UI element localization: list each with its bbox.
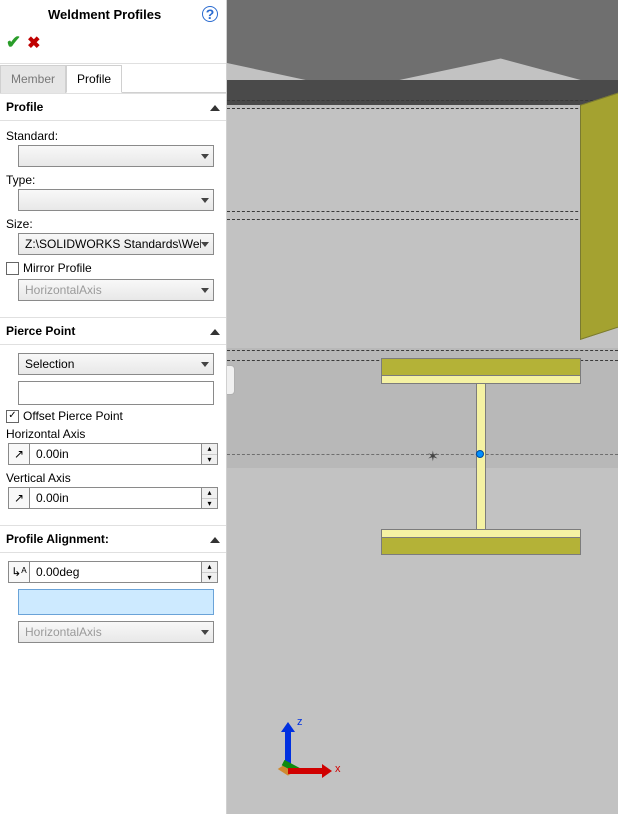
panel-collapse-handle[interactable] xyxy=(227,365,235,395)
pierce-mode-value: Selection xyxy=(25,357,74,371)
tab-profile[interactable]: Profile xyxy=(66,65,122,93)
size-value: Z:\SOLIDWORKS Standards\Weldm xyxy=(25,237,201,251)
offset-pierce-row[interactable]: Offset Pierce Point xyxy=(6,409,220,423)
flange-bottom xyxy=(381,537,581,555)
ok-icon[interactable]: ✔ xyxy=(6,32,21,53)
chevron-up-icon[interactable] xyxy=(210,324,220,338)
size-select[interactable]: Z:\SOLIDWORKS Standards\Weldm xyxy=(18,233,214,255)
alignment-angle-spinner[interactable]: ↳ᴬ 0.00deg ▴ ▾ xyxy=(8,561,218,583)
triad-z-label: z xyxy=(297,716,303,728)
vertical-axis-spinner[interactable]: ↗ 0.00in ▴ ▾ xyxy=(8,487,218,509)
panel-title-bar: Weldment Profiles ? xyxy=(0,0,226,28)
chevron-up-icon[interactable] xyxy=(210,532,220,546)
hidden-edge-line xyxy=(227,219,618,220)
spin-down-icon[interactable]: ▾ xyxy=(202,499,217,509)
offset-pierce-checkbox[interactable] xyxy=(6,410,19,423)
alignment-selection-box[interactable] xyxy=(18,589,214,615)
type-select[interactable] xyxy=(18,189,214,211)
pierce-selection-input[interactable] xyxy=(18,381,214,405)
vertical-axis-label: Vertical Axis xyxy=(6,471,220,485)
panel-title: Weldment Profiles xyxy=(48,7,161,22)
spin-down-icon[interactable]: ▾ xyxy=(202,455,217,465)
tabs: Member Profile xyxy=(0,64,226,93)
section-profile-title: Profile xyxy=(6,100,43,114)
view-triad[interactable]: z x xyxy=(267,730,327,790)
section-pierce-header[interactable]: Pierce Point xyxy=(0,317,226,345)
section-profile-header[interactable]: Profile xyxy=(0,93,226,121)
mirror-axis-select: HorizontalAxis xyxy=(18,279,214,301)
section-align-title: Profile Alignment: xyxy=(6,532,109,546)
mirror-profile-row[interactable]: Mirror Profile xyxy=(6,261,220,275)
triad-x-axis xyxy=(288,768,322,774)
vertical-axis-input[interactable]: 0.00in xyxy=(30,487,202,509)
size-label: Size: xyxy=(6,217,220,231)
offset-pierce-label: Offset Pierce Point xyxy=(23,409,123,423)
flange-top-inner xyxy=(381,376,581,384)
diagonal-arrow-icon[interactable]: ↗ xyxy=(8,487,30,509)
section-pierce-title: Pierce Point xyxy=(6,324,75,338)
chevron-down-icon xyxy=(201,154,209,159)
hidden-edge-line xyxy=(227,211,618,212)
chevron-up-icon[interactable] xyxy=(210,100,220,114)
snap-reference-icon: ✶ xyxy=(427,448,439,465)
alignment-axis-value: HorizontalAxis xyxy=(25,625,102,639)
tab-member[interactable]: Member xyxy=(0,65,66,93)
angle-icon[interactable]: ↳ᴬ xyxy=(8,561,30,583)
mirror-profile-checkbox[interactable] xyxy=(6,262,19,275)
cancel-icon[interactable]: ✖ xyxy=(27,33,40,53)
section-pierce-body: Selection Offset Pierce Point Horizontal… xyxy=(0,345,226,525)
pierce-point-handle[interactable] xyxy=(476,450,484,458)
spin-down-icon[interactable]: ▾ xyxy=(202,573,217,583)
section-align-header[interactable]: Profile Alignment: xyxy=(0,525,226,553)
property-manager-panel: Weldment Profiles ? ✔ ✖ Member Profile P… xyxy=(0,0,227,814)
background-geometry xyxy=(227,0,618,90)
type-label: Type: xyxy=(6,173,220,187)
horizontal-axis-label: Horizontal Axis xyxy=(6,427,220,441)
spin-up-icon[interactable]: ▴ xyxy=(202,444,217,455)
alignment-angle-input[interactable]: 0.00deg xyxy=(30,561,202,583)
chevron-down-icon xyxy=(201,242,209,247)
spinner-arrows[interactable]: ▴ ▾ xyxy=(202,561,218,583)
spinner-arrows[interactable]: ▴ ▾ xyxy=(202,443,218,465)
flange-top xyxy=(381,358,581,376)
chevron-down-icon xyxy=(201,198,209,203)
horizontal-axis-spinner[interactable]: ↗ 0.00in ▴ ▾ xyxy=(8,443,218,465)
triad-x-label: x xyxy=(335,763,341,775)
horizontal-axis-input[interactable]: 0.00in xyxy=(30,443,202,465)
chevron-down-icon xyxy=(201,630,209,635)
section-align-body: ↳ᴬ 0.00deg ▴ ▾ HorizontalAxis xyxy=(0,553,226,659)
spinner-arrows[interactable]: ▴ ▾ xyxy=(202,487,218,509)
spin-up-icon[interactable]: ▴ xyxy=(202,488,217,499)
standard-select[interactable] xyxy=(18,145,214,167)
graphics-viewport[interactable]: ✶ z x xyxy=(227,0,618,814)
diagonal-arrow-icon[interactable]: ↗ xyxy=(8,443,30,465)
hidden-edge-line xyxy=(227,350,618,351)
ok-cancel-bar: ✔ ✖ xyxy=(0,28,226,64)
mirror-axis-value: HorizontalAxis xyxy=(25,283,102,297)
flange-bottom-inner xyxy=(381,529,581,537)
spin-up-icon[interactable]: ▴ xyxy=(202,562,217,573)
alignment-axis-select: HorizontalAxis xyxy=(18,621,214,643)
pierce-mode-select[interactable]: Selection xyxy=(18,353,214,375)
background-band xyxy=(227,80,618,105)
standard-label: Standard: xyxy=(6,129,220,143)
chevron-down-icon xyxy=(201,362,209,367)
mirror-profile-label: Mirror Profile xyxy=(23,261,92,275)
hidden-edge-line xyxy=(227,100,618,101)
chevron-down-icon xyxy=(201,288,209,293)
help-icon[interactable]: ? xyxy=(202,6,218,22)
hidden-edge-line xyxy=(227,108,618,109)
section-profile-body: Standard: Type: Size: Z:\SOLIDWORKS Stan… xyxy=(0,121,226,317)
